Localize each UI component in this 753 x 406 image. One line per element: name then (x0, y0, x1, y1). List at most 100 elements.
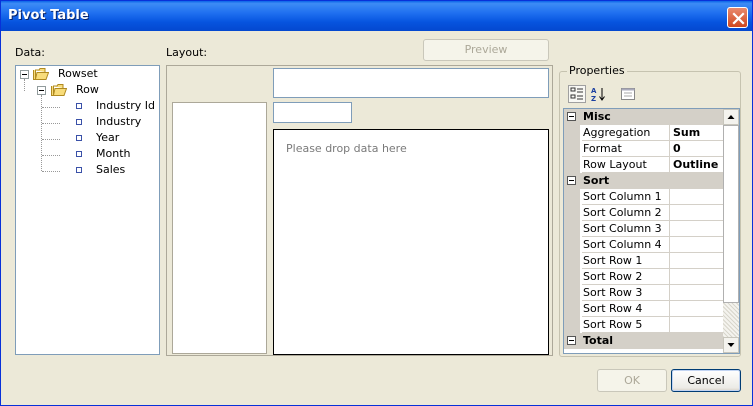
field-icon (76, 135, 82, 141)
properties-label: Properties (567, 64, 627, 77)
data-label: Data: (15, 46, 45, 59)
category-name: Total (583, 334, 614, 347)
tree-label: Year (96, 131, 120, 144)
property-name: Sort Column 2 (582, 205, 670, 221)
close-button[interactable] (727, 7, 748, 28)
property-name: Sort Column 4 (582, 237, 670, 253)
property-value[interactable] (670, 221, 724, 237)
tree-label: Row (76, 83, 99, 96)
collapse-icon[interactable] (567, 176, 576, 185)
tree-label: Sales (96, 163, 126, 176)
category-row[interactable]: Misc (564, 109, 724, 125)
tree-node-field[interactable]: Month (16, 146, 156, 162)
property-value[interactable]: 0 (670, 141, 724, 157)
svg-text:Z: Z (591, 95, 596, 102)
property-value[interactable] (670, 253, 724, 269)
filter-field-zone[interactable] (273, 102, 352, 123)
data-tree[interactable]: Rowset Row Industry Id Industry Year Mon… (15, 65, 160, 355)
tree-label: Rowset (58, 67, 98, 80)
property-row[interactable]: Sort Column 4 (564, 237, 724, 253)
property-name: Sort Row 3 (582, 285, 670, 301)
category-name: Misc (583, 110, 611, 123)
categorized-button[interactable] (568, 85, 586, 103)
folder-open-icon (51, 84, 67, 96)
property-grid[interactable]: Misc Aggregation Sum Format 0 Row Layout… (563, 108, 740, 354)
tree-label: Month (96, 147, 131, 160)
arrow-down-icon (727, 343, 735, 347)
category-row[interactable]: Sort (564, 173, 724, 189)
property-name: Row Layout (582, 157, 670, 173)
ok-button[interactable]: OK (597, 369, 667, 392)
field-icon (76, 103, 82, 109)
tree-node-field[interactable]: Year (16, 130, 156, 146)
field-icon (76, 167, 82, 173)
row-field-zone[interactable] (172, 102, 267, 354)
property-value[interactable] (670, 237, 724, 253)
property-row[interactable]: Sort Column 1 (564, 189, 724, 205)
property-row[interactable]: Aggregation Sum (564, 125, 724, 141)
layout-label: Layout: (166, 46, 208, 59)
property-value[interactable]: Sum (670, 125, 724, 141)
tree-label: Industry (96, 115, 142, 128)
property-value[interactable] (670, 269, 724, 285)
close-icon (732, 12, 745, 25)
scroll-track[interactable] (723, 303, 739, 337)
collapse-icon[interactable] (37, 86, 46, 95)
property-pages-button[interactable] (619, 85, 637, 103)
alphabetical-sort-icon: A Z (591, 87, 605, 102)
property-row[interactable]: Sort Row 2 (564, 269, 724, 285)
property-row[interactable]: Sort Row 5 (564, 317, 724, 333)
property-name: Sort Row 2 (582, 269, 670, 285)
property-grid-scrollbar[interactable] (723, 109, 739, 353)
column-field-zone[interactable] (273, 68, 549, 98)
tree-node-rowset[interactable]: Rowset (16, 66, 156, 82)
property-row[interactable]: Row Layout Outline (564, 157, 724, 173)
property-name: Sort Row 4 (582, 301, 670, 317)
drop-placeholder: Please drop data here (286, 142, 407, 155)
property-row[interactable]: Sort Column 3 (564, 221, 724, 237)
collapse-icon[interactable] (567, 336, 576, 345)
collapse-icon[interactable] (20, 70, 29, 79)
property-value[interactable] (670, 205, 724, 221)
preview-button[interactable]: Preview (423, 39, 549, 61)
tree-node-field[interactable]: Industry (16, 114, 156, 130)
field-icon (76, 151, 82, 157)
property-name: Sort Column 1 (582, 189, 670, 205)
property-name: Sort Row 5 (582, 317, 670, 333)
tree-label: Industry Id (96, 99, 155, 112)
property-name: Aggregation (582, 125, 670, 141)
window-title: Pivot Table (8, 8, 89, 23)
property-value[interactable] (670, 317, 724, 333)
property-row[interactable]: Sort Row 4 (564, 301, 724, 317)
property-value[interactable] (670, 301, 724, 317)
property-value[interactable]: Outline (670, 157, 724, 173)
property-row[interactable]: Sort Row 1 (564, 253, 724, 269)
tree-node-field[interactable]: Industry Id (16, 98, 156, 114)
title-bar[interactable]: Pivot Table (1, 1, 752, 31)
cancel-button[interactable]: Cancel (671, 369, 741, 392)
categorized-icon (570, 87, 583, 100)
category-name: Sort (583, 174, 610, 187)
folder-open-icon (33, 68, 49, 80)
property-row[interactable]: Format 0 (564, 141, 724, 157)
scroll-up-button[interactable] (723, 109, 739, 125)
property-name: Sort Row 1 (582, 253, 670, 269)
property-name: Sort Column 3 (582, 221, 670, 237)
scroll-down-button[interactable] (723, 337, 739, 353)
collapse-icon[interactable] (567, 112, 576, 121)
property-value[interactable] (670, 285, 724, 301)
property-pages-icon (621, 88, 635, 100)
field-icon (76, 119, 82, 125)
scroll-thumb[interactable] (723, 125, 739, 303)
category-row[interactable]: Total (564, 333, 724, 349)
svg-text:A: A (591, 87, 597, 95)
pivot-table-dialog: Pivot Table Data: Layout: Preview Rowset (0, 0, 753, 406)
tree-node-field[interactable]: Sales (16, 162, 156, 178)
alphabetical-button[interactable]: A Z (590, 85, 608, 103)
property-row[interactable]: Sort Column 2 (564, 205, 724, 221)
tree-node-row[interactable]: Row (16, 82, 156, 98)
property-name: Format (582, 141, 670, 157)
property-value[interactable] (670, 189, 724, 205)
property-row[interactable]: Sort Row 3 (564, 285, 724, 301)
data-drop-zone[interactable]: Please drop data here (273, 129, 549, 355)
